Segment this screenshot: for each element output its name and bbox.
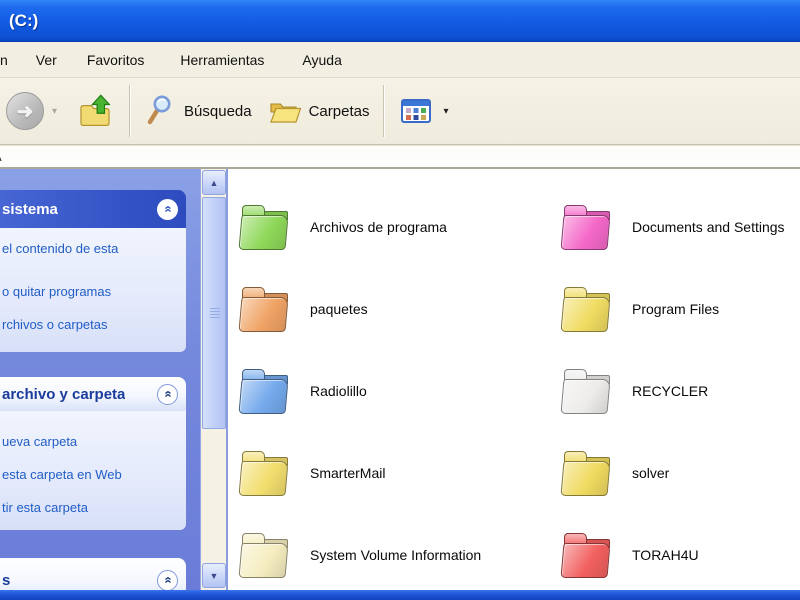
folder-icon-part: [238, 215, 289, 250]
toolbar-separator: [383, 85, 386, 137]
explorer-window: (C:) n Ver Favoritos Herramientas Ayuda ➜ ▾: [0, 0, 800, 600]
address-bar[interactable]: A: [0, 145, 800, 169]
file-item[interactable]: Radiolillo: [236, 350, 558, 432]
title-bar[interactable]: (C:): [0, 0, 800, 42]
section-body: ueva carpeta esta carpeta en Web tir esta …: [0, 411, 186, 530]
file-item[interactable]: System Volume Information: [236, 514, 558, 590]
scrollbar-down-button[interactable]: ▼: [202, 563, 226, 588]
folder-icon: [236, 280, 294, 338]
folder-icon: [558, 526, 616, 584]
folder-icon: [558, 444, 616, 502]
folder-icon: [558, 362, 616, 420]
file-grid: Archivos de programa paquetes Radiolillo Sm…: [228, 169, 800, 590]
file-item[interactable]: Archivos de programa: [236, 186, 558, 268]
file-label[interactable]: RECYCLER: [632, 383, 708, 399]
folder-icon-part: [238, 297, 289, 332]
folders-button[interactable]: Carpetas: [260, 92, 378, 130]
folder-icon-part: [560, 379, 611, 414]
file-item[interactable]: Program Files: [558, 268, 800, 350]
folders-icon: [268, 96, 302, 126]
scroll-down-icon: ▼: [209, 570, 219, 581]
file-list: Archivos de programa paquetes Radiolillo Sm…: [228, 169, 800, 590]
menu-item-favoritos[interactable]: Favoritos: [79, 48, 153, 72]
file-item[interactable]: RECYCLER: [558, 350, 800, 432]
folder-icon: [236, 362, 294, 420]
file-label[interactable]: solver: [632, 465, 669, 481]
chevron-up-icon[interactable]: »: [157, 383, 178, 405]
task-pane-section: s»: [0, 558, 186, 590]
search-button[interactable]: Búsqueda: [137, 90, 260, 132]
section-header[interactable]: s»: [0, 558, 186, 590]
window-title: (C:): [9, 10, 39, 30]
chevron-up-icon[interactable]: »: [157, 198, 178, 220]
folder-icon: [236, 444, 294, 502]
section-header[interactable]: sistema »: [0, 190, 186, 228]
main-area: sistema » el contenido de esta o quitar pro…: [0, 169, 800, 590]
folder-up-icon: [79, 93, 115, 129]
file-label[interactable]: Radiolillo: [310, 383, 367, 399]
task-link[interactable]: tir esta carpeta: [2, 499, 180, 516]
menu-item-herramientas[interactable]: Herramientas: [172, 48, 272, 72]
file-label[interactable]: System Volume Information: [310, 547, 481, 563]
forward-arrow-icon: ➜: [16, 100, 34, 123]
address-text-fragment: A: [0, 149, 5, 164]
menu-item-ver[interactable]: Ver: [28, 48, 65, 72]
task-link[interactable]: esta carpeta en Web: [2, 466, 180, 483]
folders-button-label: Carpetas: [308, 102, 370, 120]
task-pane: sistema » el contenido de esta o quitar pro…: [0, 169, 200, 590]
menu-item-fragment[interactable]: n: [0, 48, 10, 72]
task-pane-section: sistema » el contenido de esta o quitar pro…: [0, 190, 186, 352]
section-title: sistema: [2, 200, 58, 218]
file-item[interactable]: Documents and Settings: [558, 186, 800, 268]
folder-icon: [558, 280, 616, 338]
task-link[interactable]: rchivos o carpetas: [2, 316, 180, 333]
chevron-up-icon[interactable]: »: [157, 569, 178, 590]
file-label[interactable]: Archivos de programa: [310, 219, 447, 235]
file-label[interactable]: TORAH4U: [632, 547, 699, 563]
folder-icon-part: [238, 379, 289, 414]
file-item[interactable]: solver: [558, 432, 800, 514]
file-label[interactable]: paquetes: [310, 301, 368, 317]
section-title: s: [2, 571, 11, 589]
file-item[interactable]: TORAH4U: [558, 514, 800, 590]
task-pane-scrollbar[interactable]: ▲ ▼: [200, 169, 228, 590]
file-item[interactable]: paquetes: [236, 268, 558, 350]
folder-icon-part: [238, 543, 289, 578]
toolbar: ➜ ▾ Búsqueda Carpetas ▾: [0, 78, 800, 145]
up-button[interactable]: [71, 89, 123, 133]
task-link[interactable]: o quitar programas: [2, 283, 180, 300]
menu-item-ayuda[interactable]: Ayuda: [294, 48, 349, 72]
views-button[interactable]: ▾: [391, 92, 456, 130]
views-grid-icon: [399, 96, 433, 126]
folder-icon-part: [560, 215, 611, 250]
task-link[interactable]: ueva carpeta: [2, 433, 180, 450]
search-icon: [145, 94, 177, 128]
folder-icon-part: [560, 543, 611, 578]
views-dropdown-caret-icon: ▾: [443, 105, 449, 117]
section-header[interactable]: archivo y carpeta »: [0, 377, 186, 411]
search-button-label: Búsqueda: [184, 102, 252, 120]
folder-icon: [236, 526, 294, 584]
scrollbar-up-button[interactable]: ▲: [202, 170, 226, 195]
window-bottom-border: [0, 590, 800, 600]
folder-icon: [558, 198, 616, 256]
section-title: archivo y carpeta: [2, 385, 126, 403]
forward-button[interactable]: ➜: [6, 92, 44, 130]
file-label[interactable]: Documents and Settings: [632, 219, 785, 235]
task-pane-section: archivo y carpeta » ueva carpeta esta carpe…: [0, 377, 186, 530]
scrollbar-thumb[interactable]: [202, 197, 226, 429]
section-body: el contenido de esta o quitar programas rc…: [0, 228, 186, 352]
scroll-up-icon: ▲: [209, 177, 219, 188]
menu-bar: n Ver Favoritos Herramientas Ayuda: [0, 42, 800, 78]
file-item[interactable]: SmarterMail: [236, 432, 558, 514]
folder-icon: [236, 198, 294, 256]
file-label[interactable]: Program Files: [632, 301, 719, 317]
file-label[interactable]: SmarterMail: [310, 465, 385, 481]
folder-icon-part: [238, 461, 289, 496]
forward-dropdown-caret-icon[interactable]: ▾: [52, 106, 57, 117]
folder-icon-part: [560, 461, 611, 496]
toolbar-separator: [129, 85, 132, 137]
folder-icon-part: [560, 297, 611, 332]
task-link[interactable]: el contenido de esta: [2, 240, 180, 257]
